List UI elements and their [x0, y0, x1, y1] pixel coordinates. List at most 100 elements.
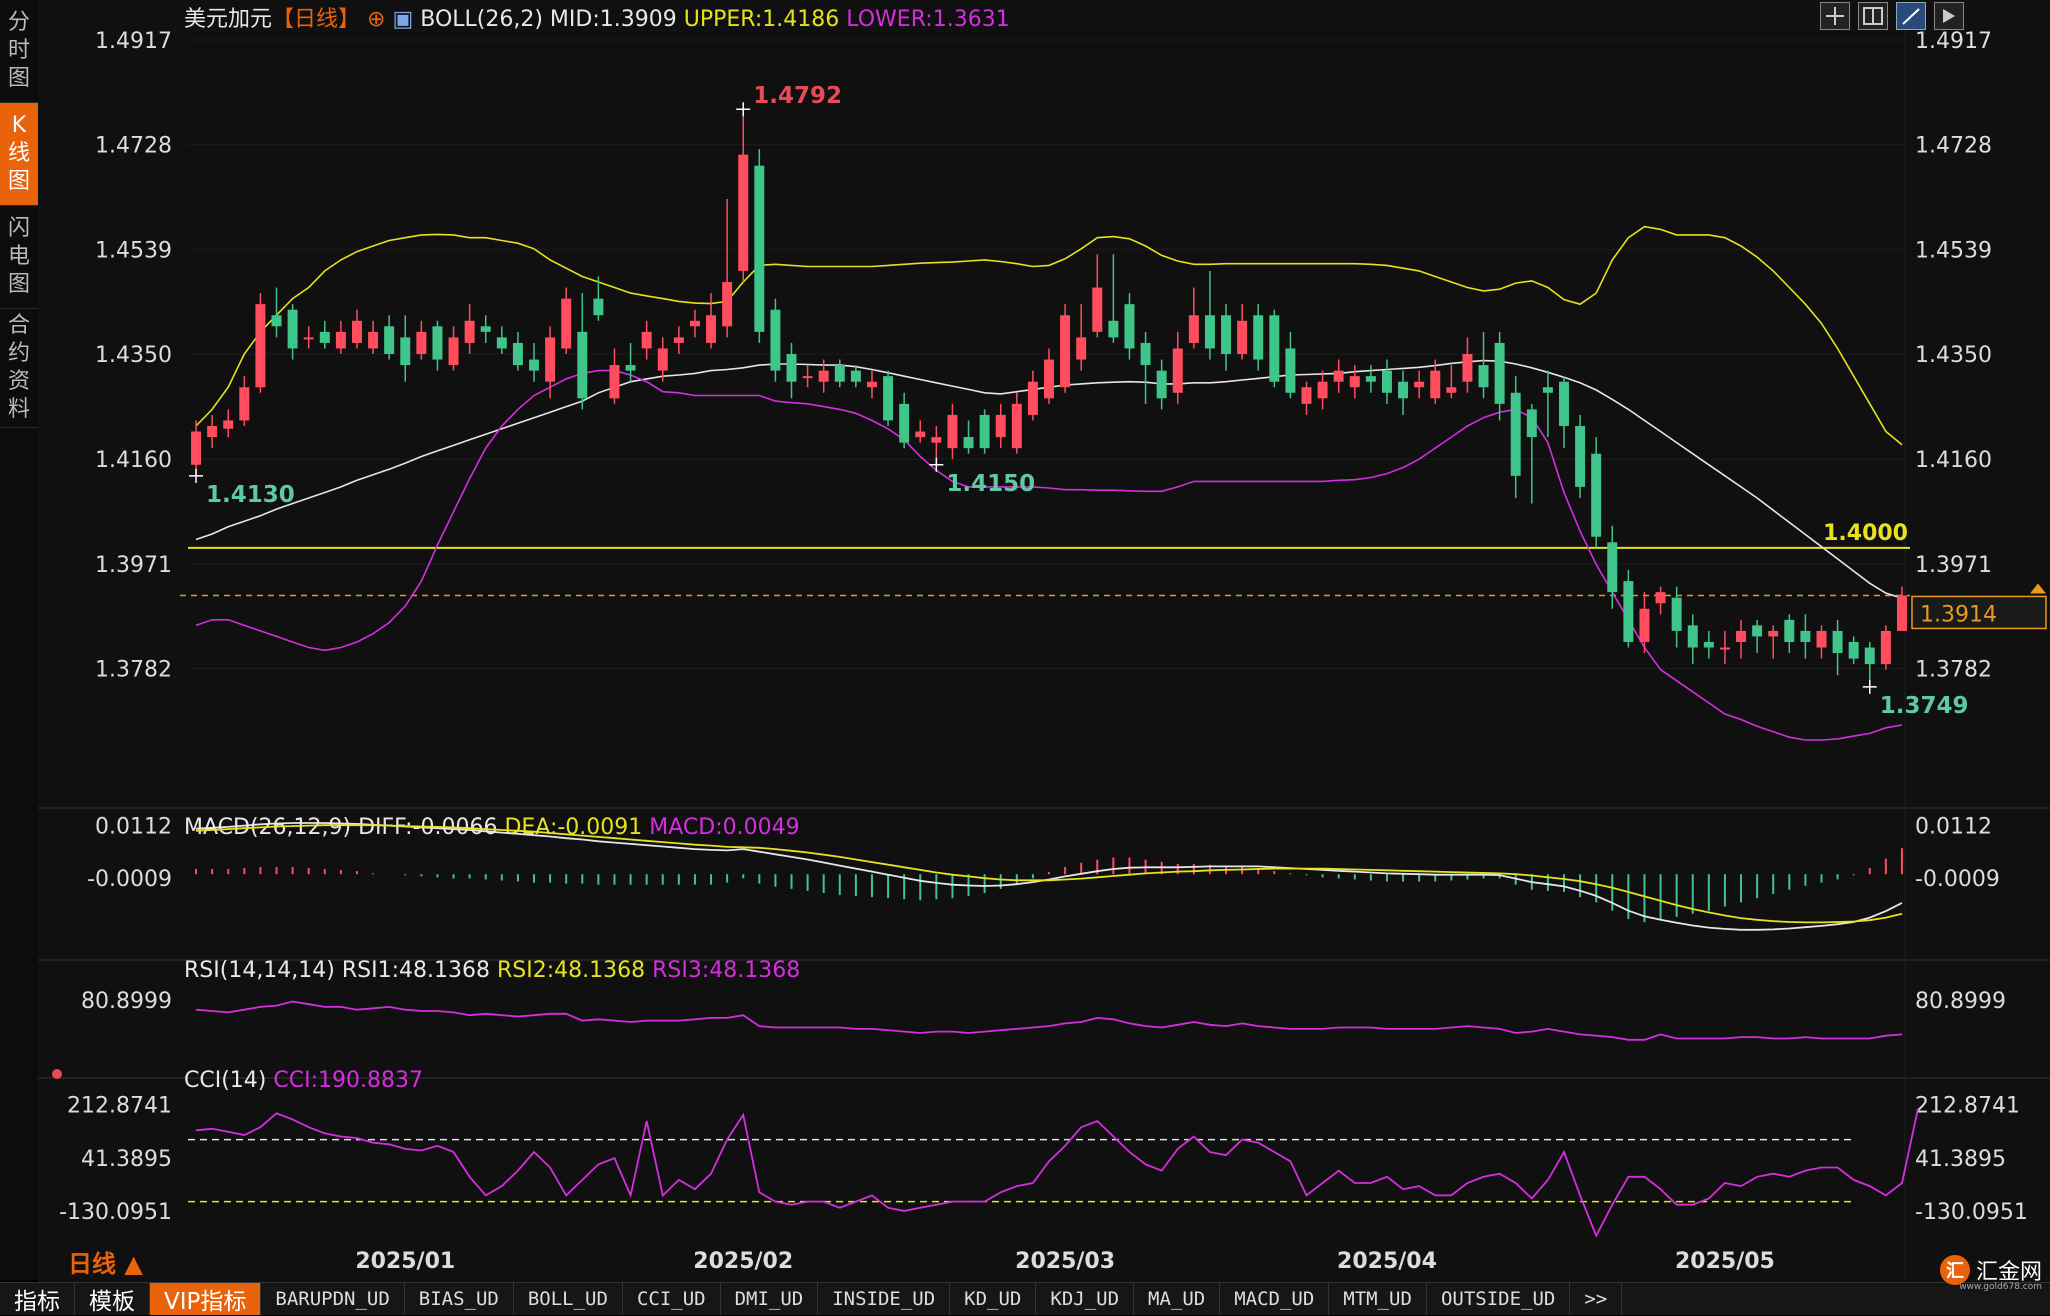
candle-body: [1832, 630, 1843, 654]
chart-canvas[interactable]: 1.4917 1.4917 1.4728 1.4728 1.4539 1.4539 1.43…: [38, 0, 2050, 1282]
price-tick-right: 1.4160: [1915, 448, 1992, 473]
candle-body: [255, 304, 266, 388]
indicator-tab-13[interactable]: MTM_UD: [1329, 1283, 1427, 1315]
candle-body: [1060, 315, 1071, 388]
chart-toolbar: [1820, 2, 1964, 30]
candle-body: [368, 331, 379, 349]
macd-tick-left: 0.0112: [95, 815, 172, 840]
candle-body: [1526, 409, 1537, 438]
brand-url: www.gold678.com: [1959, 1282, 2042, 1292]
candle-body: [1736, 630, 1747, 642]
rsi-tick-left: 80.8999: [81, 989, 172, 1014]
candle-body: [1076, 337, 1087, 360]
candle-body: [609, 365, 620, 399]
candle-body: [577, 331, 588, 399]
last-price-arrow-icon: [2030, 583, 2046, 594]
grid-layout-icon[interactable]: [1858, 2, 1888, 30]
candle-body: [1446, 387, 1457, 393]
candle-body: [448, 337, 459, 366]
cci-header: CCI(14) CCI:190.8837: [184, 1068, 423, 1093]
price-tick-right: 1.4350: [1915, 343, 1992, 368]
view-tab-3[interactable]: 合约资料: [0, 309, 38, 428]
low-label-mid-marker: [929, 457, 944, 472]
cci-name: CCI(14): [184, 1068, 273, 1093]
indicator-tab-11[interactable]: MA_UD: [1134, 1283, 1221, 1315]
indicator-tab-3[interactable]: BARUPDN_UD: [261, 1283, 405, 1315]
header-period: 【日线】: [272, 7, 360, 32]
indicator-tab-6[interactable]: CCI_UD: [623, 1283, 721, 1315]
candle-body: [706, 315, 717, 343]
candle-body: [1269, 315, 1280, 382]
candle-body: [1253, 315, 1264, 360]
candle-body: [1784, 619, 1795, 642]
cci-tick-right: 41.3895: [1915, 1147, 2006, 1172]
crosshair-icon[interactable]: [1820, 2, 1850, 30]
date-label: 2025/03: [1015, 1249, 1115, 1274]
candle-body: [1494, 342, 1505, 404]
candle-body: [191, 431, 202, 465]
candle-body: [1671, 597, 1682, 631]
indicator-tab-15[interactable]: >>: [1570, 1283, 1623, 1315]
indicator-tab-12[interactable]: MACD_UD: [1220, 1283, 1330, 1315]
macd-tick-right: 0.0112: [1915, 815, 1992, 840]
candle-body: [239, 387, 250, 421]
boll-upper-line: [195, 225, 1903, 446]
candle-body: [1317, 381, 1328, 399]
indicator-tab-7[interactable]: DMI_UD: [721, 1283, 819, 1315]
price-tick-right: 1.3971: [1915, 553, 1992, 578]
macd-dea: DEA:-0.0091: [504, 815, 649, 840]
indicator-tab-4[interactable]: BIAS_UD: [405, 1283, 514, 1315]
candle-body: [899, 403, 910, 443]
candle-body: [1237, 320, 1248, 355]
cci-tick-left: -130.0951: [59, 1200, 172, 1225]
candle-body: [1027, 381, 1038, 415]
candle-body: [529, 359, 539, 371]
candle-body: [625, 365, 636, 371]
candle-body: [1188, 315, 1199, 343]
price-tick-right: 1.4728: [1915, 134, 1992, 159]
candle-body: [850, 370, 861, 382]
expand-icon[interactable]: [1934, 2, 1964, 30]
candle-body: [1221, 315, 1232, 355]
indicator-tab-9[interactable]: KD_UD: [950, 1283, 1037, 1315]
candle-body: [1398, 381, 1409, 399]
candle-body: [915, 431, 926, 438]
candle-body: [545, 337, 556, 382]
candle-body: [223, 420, 234, 429]
candle-body: [1559, 381, 1569, 426]
draw-line-icon[interactable]: [1896, 2, 1926, 30]
candle-body: [1719, 647, 1730, 650]
candle-body: [931, 437, 942, 443]
chart-area[interactable]: 1.4917 1.4917 1.4728 1.4728 1.4539 1.4539 1.43…: [38, 0, 2050, 1282]
candle-body: [464, 320, 475, 343]
price-tick-left: 1.3782: [95, 658, 172, 683]
price-tick-left: 1.4160: [95, 448, 172, 473]
candle-body: [1414, 381, 1425, 388]
candle-body: [1687, 625, 1698, 648]
indicator-tab-14[interactable]: OUTSIDE_UD: [1427, 1283, 1571, 1315]
candle-body: [207, 425, 218, 438]
candle-body: [1204, 315, 1215, 349]
candle-body: [963, 437, 974, 449]
indicator-tab-8[interactable]: INSIDE_UD: [818, 1283, 951, 1315]
candle-body: [1285, 348, 1296, 393]
candle-body: [1864, 647, 1875, 665]
indicator-tab-2[interactable]: VIP指标: [150, 1283, 262, 1315]
view-tab-0[interactable]: 分时图: [0, 0, 38, 103]
candle-body: [995, 414, 1006, 438]
header-indicator: BOLL(26,2): [420, 7, 550, 32]
indicator-tab-1[interactable]: 模板: [75, 1283, 150, 1315]
cci-tick-right: 212.8741: [1915, 1094, 2020, 1119]
view-tab-1[interactable]: K线图: [0, 103, 38, 206]
view-tab-2[interactable]: 闪电图: [0, 206, 38, 309]
indicator-tab-0[interactable]: 指标: [0, 1283, 75, 1315]
cci-settings-icon: [52, 1069, 62, 1079]
indicator-tab-5[interactable]: BOLL_UD: [514, 1283, 623, 1315]
candle-body: [641, 331, 652, 349]
brand-icon: 汇: [1939, 1255, 1970, 1285]
candle-body: [1896, 595, 1907, 631]
candle-body: [1381, 370, 1392, 393]
candle-body: [1092, 287, 1103, 332]
indicator-tab-10[interactable]: KDJ_UD: [1036, 1283, 1135, 1315]
candle-body: [319, 331, 330, 343]
